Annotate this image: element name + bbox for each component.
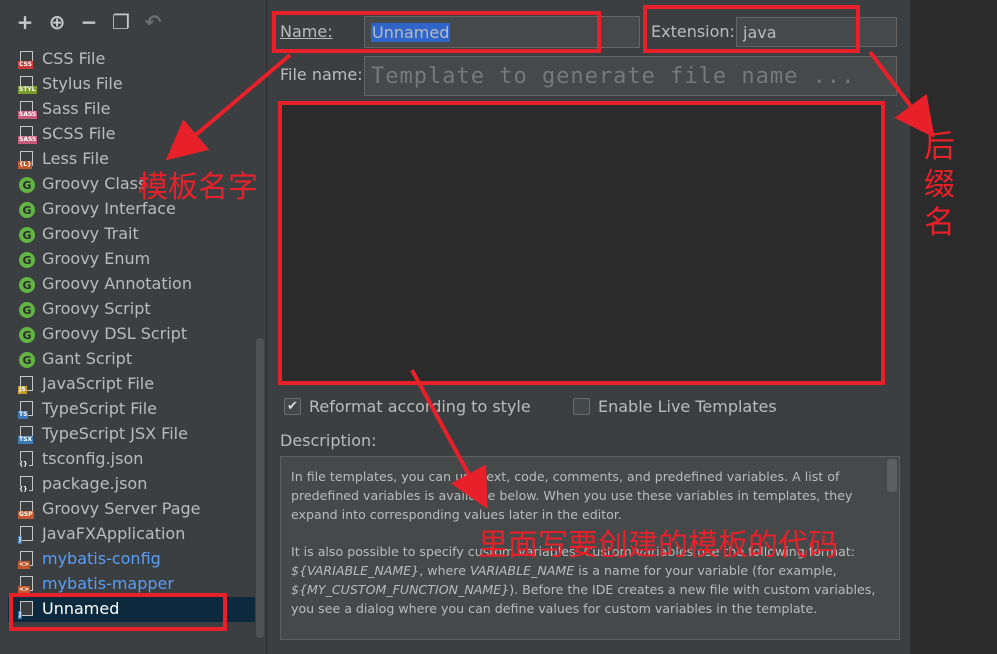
template-list-item-label: JavaScript File [42, 374, 155, 393]
groovy-icon: G [18, 276, 36, 294]
description-scrollbar[interactable] [887, 459, 897, 492]
groovy-icon: G [18, 301, 36, 319]
live-templates-label: Enable Live Templates [598, 397, 777, 416]
groovy-icon: G [18, 201, 36, 219]
template-list-item[interactable]: SASS Sass File [8, 97, 266, 122]
template-list-item-label: Gant Script [42, 349, 133, 368]
template-list-item-label: Stylus File [42, 74, 123, 93]
template-list-item-label: TypeScript File [42, 399, 158, 418]
template-list-item-label: Less File [42, 149, 110, 168]
template-list-item[interactable]: <> mybatis-config [8, 547, 266, 572]
annotation-code: 里面写要创建的模板的代码 [478, 528, 838, 563]
groovy-icon: G [18, 226, 36, 244]
unnamed-highlight-box [9, 593, 227, 631]
template-list-item[interactable]: G Gant Script [8, 347, 266, 372]
copy-icon[interactable]: ❐ [110, 11, 132, 33]
template-list-item[interactable]: TSX TypeScript JSX File [8, 422, 266, 447]
groovy-icon: G [18, 251, 36, 269]
template-list-item[interactable]: JS JavaScript File [8, 372, 266, 397]
template-list-item[interactable]: G Groovy Annotation [8, 272, 266, 297]
live-templates-checkbox[interactable] [573, 398, 590, 415]
template-list-item-label: mybatis-mapper [42, 574, 174, 593]
live-templates-option[interactable]: Enable Live Templates [573, 397, 777, 416]
java-file-icon: J [18, 526, 36, 544]
filename-placeholder: Template to generate file name ... [371, 63, 856, 89]
xml-file-icon: <> [18, 551, 36, 569]
checkmark-icon: ✔ [287, 399, 298, 414]
reformat-checkbox[interactable]: ✔ [284, 398, 301, 415]
background-strip [910, 0, 997, 654]
template-list-item[interactable]: {} tsconfig.json [8, 447, 266, 472]
template-list-item[interactable]: G Groovy DSL Script [8, 322, 266, 347]
add-child-icon[interactable]: ⊕ [46, 11, 68, 33]
template-list-item[interactable]: CSS CSS File [8, 47, 266, 72]
template-list[interactable]: CSS CSS File STYL Stylus File SASS Sass File S… [8, 46, 266, 638]
editor-scrollbar[interactable] [885, 103, 900, 385]
filename-label: File name: [280, 65, 363, 84]
template-list-item[interactable]: G Groovy Trait [8, 222, 266, 247]
plus-icon[interactable]: + [14, 11, 36, 33]
template-toolbar: + ⊕ − ❐ ↶ [0, 0, 266, 44]
groovy-icon: G [18, 176, 36, 194]
template-list-item[interactable]: {} package.json [8, 472, 266, 497]
template-list-item[interactable]: J JavaFXApplication [8, 522, 266, 547]
template-list-item[interactable]: TS TypeScript File [8, 397, 266, 422]
json-file-icon: {} [18, 476, 36, 494]
minus-icon[interactable]: − [78, 11, 100, 33]
template-list-item-label: mybatis-config [42, 549, 161, 568]
annotation-template-name: 模板名字 [138, 170, 258, 205]
json-file-icon: {} [18, 451, 36, 469]
less-file-icon: {L} [18, 151, 36, 169]
xml-file-icon: <> [18, 576, 36, 594]
template-list-item-label: Sass File [42, 99, 111, 118]
sass-file-icon: SASS [18, 101, 38, 119]
typescript-file-icon: TS [18, 401, 36, 419]
reset-icon[interactable]: ↶ [142, 11, 164, 33]
name-highlight-box [272, 11, 601, 53]
panel-divider[interactable] [266, 0, 267, 654]
template-list-item[interactable]: STYL Stylus File [8, 72, 266, 97]
template-list-item-label: Groovy Trait [42, 224, 139, 243]
template-list-item-label: Groovy Server Page [42, 499, 201, 518]
template-list-item-label: SCSS File [42, 124, 116, 143]
template-list-item-label: Groovy Script [42, 299, 151, 318]
stylus-file-icon: STYL [18, 76, 37, 94]
groovy-icon: G [18, 351, 36, 369]
extension-highlight-box [643, 5, 860, 53]
template-list-item-label: package.json [42, 474, 148, 493]
description-paragraph-1: In file templates, you can use text, cod… [291, 469, 853, 523]
scss-file-icon: SASS [18, 126, 38, 144]
tsx-file-icon: TSX [18, 426, 36, 444]
template-list-item-label: tsconfig.json [42, 449, 144, 468]
template-list-item-label: CSS File [42, 49, 106, 68]
groovy-icon: G [18, 326, 36, 344]
javascript-file-icon: JS [18, 376, 36, 394]
template-list-item-label: TypeScript JSX File [42, 424, 188, 443]
template-list-item-label: JavaFXApplication [42, 524, 186, 543]
reformat-option[interactable]: ✔ Reformat according to style [284, 397, 531, 416]
template-list-item-label: Groovy Enum [42, 249, 151, 268]
template-list-item[interactable]: GSP Groovy Server Page [8, 497, 266, 522]
template-list-item[interactable]: SASS SCSS File [8, 122, 266, 147]
css-file-icon: CSS [18, 51, 36, 69]
template-list-item-label: Groovy Annotation [42, 274, 192, 293]
annotation-extension: 后缀名 [924, 129, 955, 241]
template-list-item[interactable]: G Groovy Script [8, 297, 266, 322]
editor-highlight-box [278, 101, 885, 385]
template-list-item-label: Groovy Class [42, 174, 147, 193]
description-label: Description: [280, 431, 377, 450]
template-list-scroll-thumb[interactable] [256, 338, 264, 638]
template-list-item-label: Groovy DSL Script [42, 324, 188, 343]
gsp-file-icon: GSP [18, 501, 36, 519]
filename-input[interactable]: Template to generate file name ... [364, 56, 897, 96]
reformat-label: Reformat according to style [309, 397, 531, 416]
template-list-item[interactable]: G Groovy Enum [8, 247, 266, 272]
